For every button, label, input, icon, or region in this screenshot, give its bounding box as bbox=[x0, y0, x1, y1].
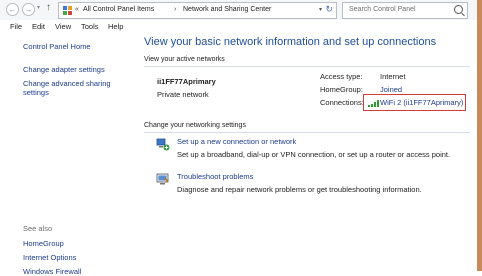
homegroup-link[interactable]: Joined bbox=[380, 85, 402, 94]
breadcrumb-network-and-sharing-center[interactable]: Network and Sharing Center bbox=[183, 6, 271, 13]
menu-view[interactable]: View bbox=[55, 22, 71, 31]
network-name: ii1FF77Aprimary bbox=[157, 77, 216, 86]
network-type[interactable]: Private network bbox=[157, 90, 209, 99]
address-dropdown-icon[interactable]: ▾ bbox=[319, 6, 322, 13]
access-type-value: Internet bbox=[380, 72, 406, 81]
forward-button[interactable]: → bbox=[22, 3, 35, 16]
change-settings-heading: Change your networking settings bbox=[144, 122, 246, 129]
search-placeholder: Search Control Panel bbox=[349, 6, 416, 13]
up-arrow-icon: ↑ bbox=[46, 2, 51, 13]
breadcrumb-overflow[interactable]: « bbox=[75, 6, 79, 13]
homegroup-label: HomeGroup: bbox=[320, 85, 363, 94]
wifi-connection-link[interactable]: WiFi 2 (ii1FF77Aprimary) bbox=[380, 98, 463, 107]
see-also-homegroup[interactable]: HomeGroup bbox=[23, 239, 64, 248]
see-also-internet-options[interactable]: Internet Options bbox=[23, 253, 76, 262]
troubleshoot-problems-desc: Diagnose and repair network problems or … bbox=[177, 185, 422, 194]
main-content: View your basic network information and … bbox=[137, 34, 477, 271]
access-type-label: Access type: bbox=[320, 72, 363, 81]
menu-bar: File Edit View Tools Help bbox=[0, 20, 477, 34]
sidebar-control-panel-home[interactable]: Control Panel Home bbox=[23, 42, 91, 51]
troubleshoot-icon bbox=[156, 173, 169, 185]
back-button[interactable]: ← bbox=[6, 3, 19, 16]
setup-new-connection-link[interactable]: Set up a new connection or network bbox=[177, 137, 296, 146]
refresh-icon[interactable]: ↻ bbox=[325, 4, 333, 15]
menu-file[interactable]: File bbox=[10, 22, 22, 31]
see-also-windows-firewall[interactable]: Windows Firewall bbox=[23, 267, 81, 276]
search-input[interactable]: Search Control Panel bbox=[342, 2, 468, 19]
active-networks-heading: View your active networks bbox=[144, 56, 225, 63]
breadcrumb-separator[interactable]: › bbox=[174, 6, 176, 13]
menu-tools[interactable]: Tools bbox=[81, 22, 99, 31]
up-button[interactable]: ↑ bbox=[46, 2, 51, 13]
active-networks-divider bbox=[144, 66, 470, 67]
page-title: View your basic network information and … bbox=[144, 36, 437, 48]
setup-new-connection-desc: Set up a broadband, dial-up or VPN conne… bbox=[177, 150, 451, 159]
breadcrumb-all-control-panel-items[interactable]: All Control Panel Items bbox=[83, 6, 154, 13]
search-icon[interactable] bbox=[454, 5, 463, 14]
see-also-heading: See also bbox=[23, 224, 53, 233]
change-settings-divider bbox=[144, 132, 470, 133]
troubleshoot-problems-link[interactable]: Troubleshoot problems bbox=[177, 172, 253, 181]
sidebar-change-advanced-sharing-settings[interactable]: Change advanced sharing settings bbox=[23, 79, 123, 97]
forward-arrow-icon: → bbox=[24, 5, 33, 14]
back-arrow-icon: ← bbox=[8, 5, 17, 14]
sidebar: Control Panel Home Change adapter settin… bbox=[0, 34, 137, 276]
wifi-signal-icon bbox=[368, 100, 379, 107]
connections-label: Connections: bbox=[320, 98, 364, 107]
control-panel-icon bbox=[63, 6, 72, 15]
address-bar-row: ← → ▾ ↑ « All Control Panel Items › Netw… bbox=[0, 0, 477, 20]
window-frame-edge bbox=[477, 0, 482, 271]
menu-help[interactable]: Help bbox=[108, 22, 123, 31]
address-box[interactable]: « All Control Panel Items › Network and … bbox=[58, 2, 337, 19]
network-setup-icon bbox=[156, 138, 170, 151]
recent-locations-dropdown[interactable]: ▾ bbox=[37, 4, 40, 11]
menu-edit[interactable]: Edit bbox=[32, 22, 45, 31]
sidebar-change-adapter-settings[interactable]: Change adapter settings bbox=[23, 65, 105, 74]
